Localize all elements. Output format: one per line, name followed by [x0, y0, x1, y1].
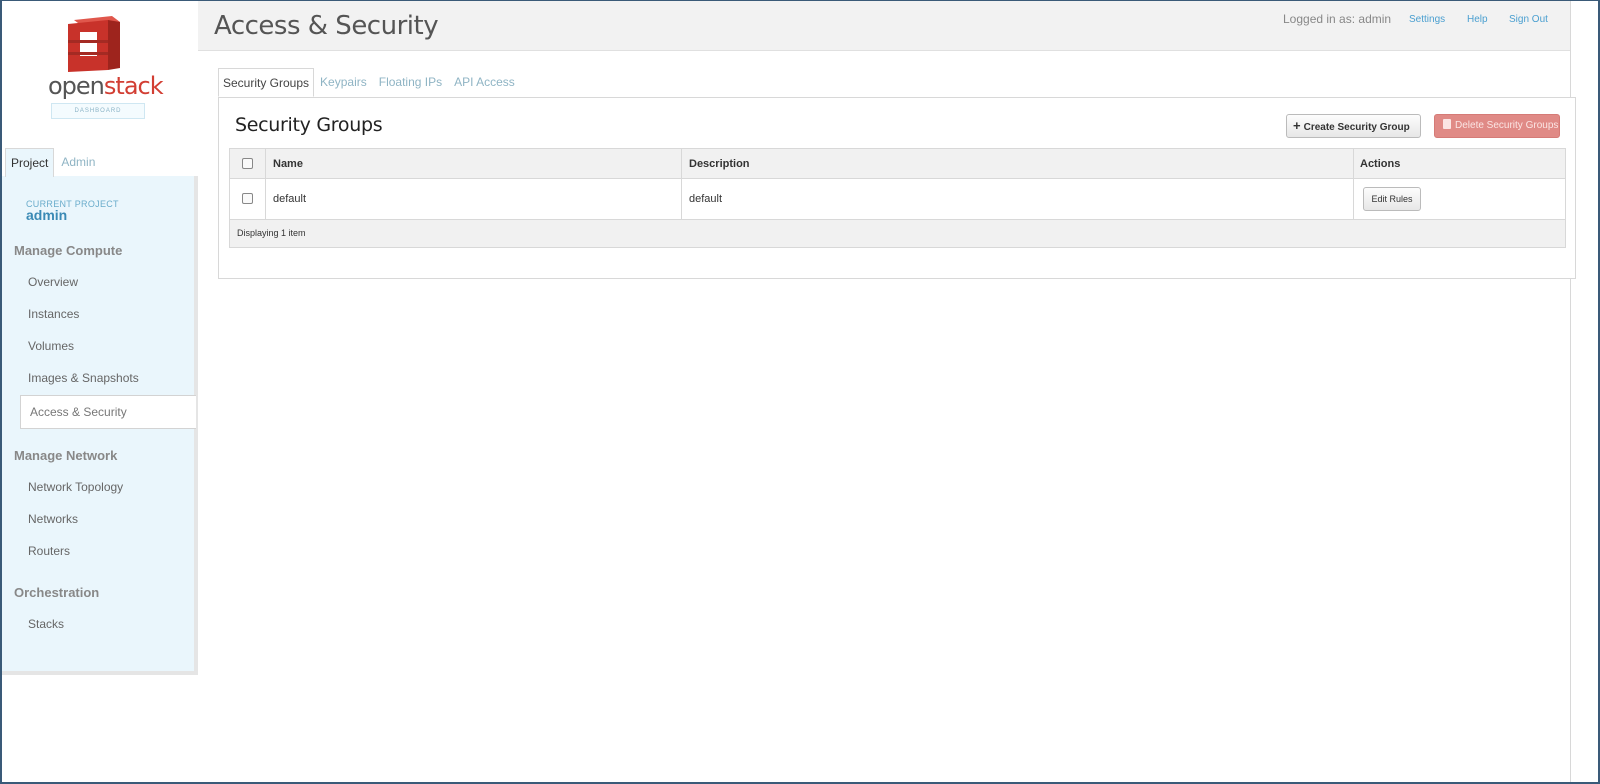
sidebar-item-volumes[interactable]: Volumes	[28, 339, 74, 353]
logo-open: open	[48, 72, 105, 100]
tab-floating-ips[interactable]: Floating IPs	[373, 68, 448, 97]
content-tabs: Security Groups Keypairs Floating IPs AP…	[218, 68, 521, 97]
sidebar-item-routers[interactable]: Routers	[28, 544, 70, 558]
edit-rules-button[interactable]: Edit Rules	[1363, 187, 1421, 211]
sidebar-item-network-topology[interactable]: Network Topology	[28, 480, 123, 494]
current-project-selector[interactable]: admin	[26, 207, 67, 223]
security-groups-panel: Security Groups + Create Security Group D…	[218, 97, 1576, 279]
help-link[interactable]: Help	[1467, 14, 1488, 25]
table-header: Name Description Actions	[230, 149, 1565, 179]
column-header-actions: Actions	[1360, 158, 1401, 170]
openstack-cube-icon	[68, 16, 120, 72]
create-button-label: Create Security Group	[1303, 122, 1410, 133]
logo-wordmark: openstack	[48, 72, 164, 100]
page-title: Access & Security	[214, 11, 439, 41]
nav-header-manage-compute[interactable]: Manage Compute	[14, 243, 122, 258]
table-row: default default Edit Rules	[230, 179, 1565, 220]
column-header-name[interactable]: Name	[273, 158, 303, 170]
sidebar-item-access-security[interactable]: Access & Security	[20, 395, 196, 429]
logo-subtitle: DASHBOARD	[51, 103, 145, 119]
delete-button-label: Delete Security Groups	[1455, 120, 1559, 131]
select-all-checkbox[interactable]	[242, 158, 253, 169]
nav-header-manage-network[interactable]: Manage Network	[14, 448, 117, 463]
create-security-group-button[interactable]: + Create Security Group	[1286, 114, 1421, 138]
logo-stack: stack	[103, 72, 164, 100]
row-description: default	[689, 193, 723, 205]
row-checkbox[interactable]	[242, 193, 253, 204]
openstack-logo[interactable]: openstack DASHBOARD	[48, 14, 164, 119]
settings-link[interactable]: Settings	[1409, 14, 1445, 25]
sign-out-link[interactable]: Sign Out	[1509, 14, 1548, 25]
security-groups-table: Name Description Actions default default…	[229, 148, 1566, 248]
sidebar-item-networks[interactable]: Networks	[28, 512, 78, 526]
logged-in-user: Logged in as: admin	[1283, 12, 1392, 26]
item-count: Displaying 1 item	[237, 228, 306, 238]
sidebar-item-stacks[interactable]: Stacks	[28, 617, 64, 631]
top-bar: Access & Security Logged in as: admin Se…	[198, 1, 1570, 51]
sidebar-tab-admin[interactable]: Admin	[54, 148, 100, 177]
tab-api-access[interactable]: API Access	[448, 68, 521, 97]
sidebar-tab-project[interactable]: Project	[5, 148, 55, 177]
tab-keypairs[interactable]: Keypairs	[314, 68, 373, 97]
tab-security-groups[interactable]: Security Groups	[218, 68, 315, 97]
nav-header-orchestration[interactable]: Orchestration	[14, 585, 99, 600]
trash-icon	[1443, 119, 1451, 129]
sidebar-item-instances[interactable]: Instances	[28, 307, 79, 321]
sidebar-item-overview[interactable]: Overview	[28, 275, 78, 289]
table-footer: Displaying 1 item	[230, 220, 1565, 247]
column-header-description[interactable]: Description	[689, 158, 750, 170]
plus-icon: +	[1293, 118, 1301, 133]
delete-security-groups-button[interactable]: Delete Security Groups	[1434, 114, 1560, 138]
sidebar-tabs: Project Admin	[5, 148, 100, 177]
row-name: default	[273, 193, 307, 205]
panel-title: Security Groups	[235, 114, 383, 136]
sidebar-item-images-snapshots[interactable]: Images & Snapshots	[28, 371, 139, 385]
